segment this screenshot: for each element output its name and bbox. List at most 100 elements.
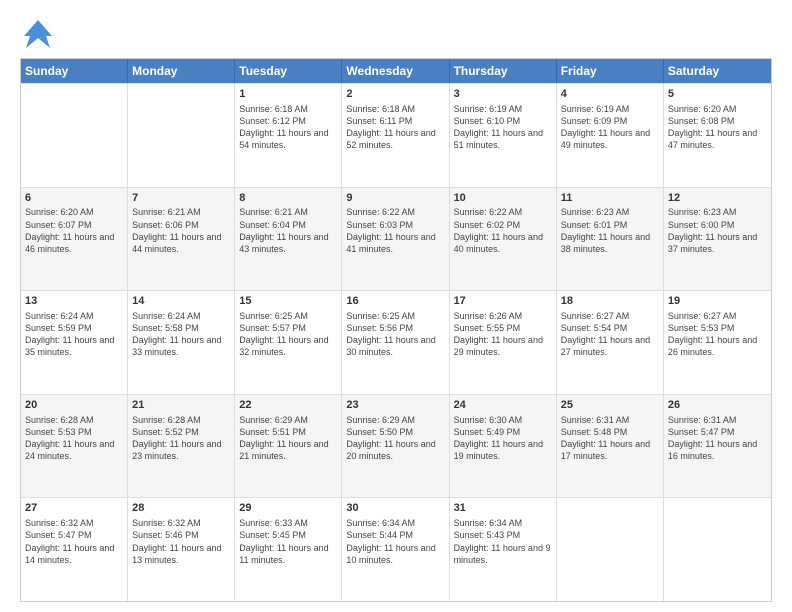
cell-info: Sunrise: 6:33 AM Sunset: 5:45 PM Dayligh… (239, 517, 337, 566)
cell-info: Sunrise: 6:20 AM Sunset: 6:07 PM Dayligh… (25, 206, 123, 255)
day-number: 30 (346, 501, 444, 516)
day-number: 16 (346, 294, 444, 309)
cell-info: Sunrise: 6:27 AM Sunset: 5:54 PM Dayligh… (561, 310, 659, 359)
calendar-cell: 27Sunrise: 6:32 AM Sunset: 5:47 PM Dayli… (21, 498, 128, 601)
calendar-week: 27Sunrise: 6:32 AM Sunset: 5:47 PM Dayli… (21, 497, 771, 601)
calendar-cell: 3Sunrise: 6:19 AM Sunset: 6:10 PM Daylig… (450, 84, 557, 187)
calendar-cell: 18Sunrise: 6:27 AM Sunset: 5:54 PM Dayli… (557, 291, 664, 394)
day-number: 21 (132, 398, 230, 413)
day-number: 12 (668, 191, 767, 206)
day-number: 9 (346, 191, 444, 206)
calendar-cell: 11Sunrise: 6:23 AM Sunset: 6:01 PM Dayli… (557, 188, 664, 291)
cell-info: Sunrise: 6:28 AM Sunset: 5:52 PM Dayligh… (132, 414, 230, 463)
calendar-header-day: Monday (128, 59, 235, 83)
calendar-cell: 23Sunrise: 6:29 AM Sunset: 5:50 PM Dayli… (342, 395, 449, 498)
day-number: 24 (454, 398, 552, 413)
day-number: 3 (454, 87, 552, 102)
cell-info: Sunrise: 6:21 AM Sunset: 6:04 PM Dayligh… (239, 206, 337, 255)
cell-info: Sunrise: 6:29 AM Sunset: 5:50 PM Dayligh… (346, 414, 444, 463)
page: SundayMondayTuesdayWednesdayThursdayFrid… (0, 0, 792, 612)
calendar-cell: 24Sunrise: 6:30 AM Sunset: 5:49 PM Dayli… (450, 395, 557, 498)
day-number: 31 (454, 501, 552, 516)
calendar-header: SundayMondayTuesdayWednesdayThursdayFrid… (21, 59, 771, 83)
day-number: 26 (668, 398, 767, 413)
day-number: 8 (239, 191, 337, 206)
cell-info: Sunrise: 6:29 AM Sunset: 5:51 PM Dayligh… (239, 414, 337, 463)
calendar-cell: 20Sunrise: 6:28 AM Sunset: 5:53 PM Dayli… (21, 395, 128, 498)
day-number: 6 (25, 191, 123, 206)
calendar-cell: 28Sunrise: 6:32 AM Sunset: 5:46 PM Dayli… (128, 498, 235, 601)
day-number: 5 (668, 87, 767, 102)
cell-info: Sunrise: 6:26 AM Sunset: 5:55 PM Dayligh… (454, 310, 552, 359)
cell-info: Sunrise: 6:25 AM Sunset: 5:56 PM Dayligh… (346, 310, 444, 359)
day-number: 2 (346, 87, 444, 102)
calendar-header-day: Sunday (21, 59, 128, 83)
day-number: 13 (25, 294, 123, 309)
day-number: 10 (454, 191, 552, 206)
cell-info: Sunrise: 6:22 AM Sunset: 6:03 PM Dayligh… (346, 206, 444, 255)
cell-info: Sunrise: 6:27 AM Sunset: 5:53 PM Dayligh… (668, 310, 767, 359)
calendar: SundayMondayTuesdayWednesdayThursdayFrid… (20, 58, 772, 602)
calendar-header-day: Wednesday (342, 59, 449, 83)
calendar-header-day: Friday (557, 59, 664, 83)
calendar-cell (128, 84, 235, 187)
calendar-cell: 2Sunrise: 6:18 AM Sunset: 6:11 PM Daylig… (342, 84, 449, 187)
cell-info: Sunrise: 6:32 AM Sunset: 5:47 PM Dayligh… (25, 517, 123, 566)
cell-info: Sunrise: 6:34 AM Sunset: 5:43 PM Dayligh… (454, 517, 552, 566)
day-number: 19 (668, 294, 767, 309)
calendar-cell: 31Sunrise: 6:34 AM Sunset: 5:43 PM Dayli… (450, 498, 557, 601)
calendar-cell: 7Sunrise: 6:21 AM Sunset: 6:06 PM Daylig… (128, 188, 235, 291)
cell-info: Sunrise: 6:23 AM Sunset: 6:01 PM Dayligh… (561, 206, 659, 255)
calendar-cell: 14Sunrise: 6:24 AM Sunset: 5:58 PM Dayli… (128, 291, 235, 394)
cell-info: Sunrise: 6:28 AM Sunset: 5:53 PM Dayligh… (25, 414, 123, 463)
calendar-week: 13Sunrise: 6:24 AM Sunset: 5:59 PM Dayli… (21, 290, 771, 394)
cell-info: Sunrise: 6:18 AM Sunset: 6:12 PM Dayligh… (239, 103, 337, 152)
calendar-header-day: Saturday (664, 59, 771, 83)
calendar-cell: 17Sunrise: 6:26 AM Sunset: 5:55 PM Dayli… (450, 291, 557, 394)
day-number: 17 (454, 294, 552, 309)
calendar-cell: 30Sunrise: 6:34 AM Sunset: 5:44 PM Dayli… (342, 498, 449, 601)
cell-info: Sunrise: 6:19 AM Sunset: 6:10 PM Dayligh… (454, 103, 552, 152)
calendar-cell: 25Sunrise: 6:31 AM Sunset: 5:48 PM Dayli… (557, 395, 664, 498)
day-number: 4 (561, 87, 659, 102)
calendar-cell: 12Sunrise: 6:23 AM Sunset: 6:00 PM Dayli… (664, 188, 771, 291)
day-number: 29 (239, 501, 337, 516)
calendar-cell: 10Sunrise: 6:22 AM Sunset: 6:02 PM Dayli… (450, 188, 557, 291)
logo (20, 16, 60, 52)
day-number: 27 (25, 501, 123, 516)
calendar-cell: 22Sunrise: 6:29 AM Sunset: 5:51 PM Dayli… (235, 395, 342, 498)
calendar-cell: 1Sunrise: 6:18 AM Sunset: 6:12 PM Daylig… (235, 84, 342, 187)
calendar-cell: 4Sunrise: 6:19 AM Sunset: 6:09 PM Daylig… (557, 84, 664, 187)
calendar-cell: 21Sunrise: 6:28 AM Sunset: 5:52 PM Dayli… (128, 395, 235, 498)
calendar-cell: 5Sunrise: 6:20 AM Sunset: 6:08 PM Daylig… (664, 84, 771, 187)
calendar-cell: 26Sunrise: 6:31 AM Sunset: 5:47 PM Dayli… (664, 395, 771, 498)
calendar-week: 20Sunrise: 6:28 AM Sunset: 5:53 PM Dayli… (21, 394, 771, 498)
cell-info: Sunrise: 6:24 AM Sunset: 5:58 PM Dayligh… (132, 310, 230, 359)
cell-info: Sunrise: 6:19 AM Sunset: 6:09 PM Dayligh… (561, 103, 659, 152)
calendar-cell (664, 498, 771, 601)
header (20, 16, 772, 52)
calendar-header-day: Tuesday (235, 59, 342, 83)
cell-info: Sunrise: 6:20 AM Sunset: 6:08 PM Dayligh… (668, 103, 767, 152)
calendar-header-day: Thursday (450, 59, 557, 83)
calendar-cell: 19Sunrise: 6:27 AM Sunset: 5:53 PM Dayli… (664, 291, 771, 394)
day-number: 14 (132, 294, 230, 309)
day-number: 18 (561, 294, 659, 309)
day-number: 11 (561, 191, 659, 206)
calendar-cell: 9Sunrise: 6:22 AM Sunset: 6:03 PM Daylig… (342, 188, 449, 291)
calendar-cell: 29Sunrise: 6:33 AM Sunset: 5:45 PM Dayli… (235, 498, 342, 601)
day-number: 22 (239, 398, 337, 413)
calendar-cell (557, 498, 664, 601)
calendar-cell: 16Sunrise: 6:25 AM Sunset: 5:56 PM Dayli… (342, 291, 449, 394)
cell-info: Sunrise: 6:22 AM Sunset: 6:02 PM Dayligh… (454, 206, 552, 255)
day-number: 15 (239, 294, 337, 309)
cell-info: Sunrise: 6:21 AM Sunset: 6:06 PM Dayligh… (132, 206, 230, 255)
cell-info: Sunrise: 6:24 AM Sunset: 5:59 PM Dayligh… (25, 310, 123, 359)
day-number: 28 (132, 501, 230, 516)
calendar-cell: 13Sunrise: 6:24 AM Sunset: 5:59 PM Dayli… (21, 291, 128, 394)
day-number: 1 (239, 87, 337, 102)
calendar-cell (21, 84, 128, 187)
calendar-week: 6Sunrise: 6:20 AM Sunset: 6:07 PM Daylig… (21, 187, 771, 291)
calendar-body: 1Sunrise: 6:18 AM Sunset: 6:12 PM Daylig… (21, 83, 771, 601)
day-number: 7 (132, 191, 230, 206)
